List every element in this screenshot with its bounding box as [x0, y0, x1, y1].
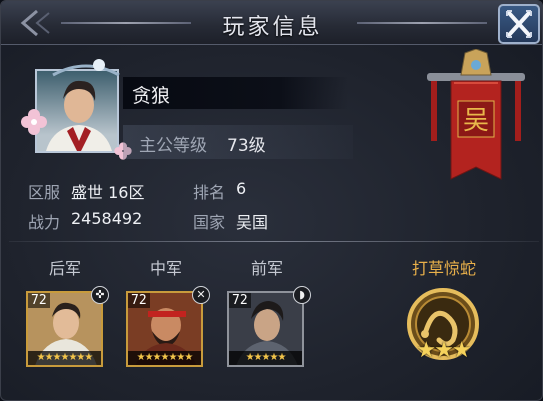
hero-stars-middle: ★★★★★★★ — [128, 351, 201, 365]
section-divider — [9, 241, 539, 242]
player-name-bar: 贪狼 — [123, 77, 348, 109]
close-button[interactable] — [498, 4, 540, 44]
hero-card-rear[interactable]: 72 ★★★★★★★ — [26, 291, 103, 367]
formation-badge-icon-front: ◗ — [293, 286, 311, 304]
player-level-bar: 主公等级 73级 — [123, 125, 353, 159]
skill-stars: ★★★ — [416, 338, 471, 363]
level-label: 主公等级 — [139, 136, 207, 156]
player-name: 贪狼 — [132, 85, 171, 107]
title-bar: 玩家信息 — [1, 1, 542, 45]
skill-title: 打草惊蛇 — [411, 259, 476, 278]
power-label: 战力 — [28, 213, 61, 232]
avatar-ornament-icon — [52, 59, 120, 77]
server-value: 盛世 16区 — [71, 183, 145, 202]
hero-card-front[interactable]: 72 ★★★★★ — [227, 291, 304, 367]
formation-badge-icon-middle: ✕ — [192, 286, 210, 304]
formation-badge-icon-rear: ✜ — [91, 286, 109, 304]
rank-label: 排名 — [193, 183, 226, 202]
nation-label: 国家 — [193, 213, 226, 232]
power-value: 2458492 — [71, 209, 143, 228]
hero-stars-rear: ★★★★★★★ — [28, 351, 101, 365]
hero-card-middle[interactable]: 72 ★★★★★★★ — [126, 291, 203, 367]
army-title-rear: 后军 — [48, 259, 81, 278]
flower-icon — [21, 109, 47, 135]
page-title: 玩家信息 — [222, 15, 323, 40]
server-label: 区服 — [28, 183, 61, 202]
player-info-panel: 玩家信息 贪狼 主公等级 73级 区服 盛世 16区 排名 6 战力 24584… — [0, 0, 543, 401]
skill-medallion[interactable]: ★★★ — [403, 286, 483, 366]
rank-value: 6 — [236, 179, 247, 198]
player-avatar[interactable] — [21, 59, 132, 160]
hero-level-rear: 72 — [28, 293, 50, 308]
banner-glyph: 吴 — [463, 106, 489, 136]
army-title-middle: 中军 — [149, 259, 182, 278]
hero-stars-front: ★★★★★ — [229, 351, 302, 365]
level-value: 73级 — [227, 136, 266, 156]
hero-level-front: 72 — [229, 293, 251, 308]
nation-banner-icon: 吴 — [427, 49, 525, 180]
close-icon — [506, 10, 532, 38]
army-title-front: 前军 — [250, 259, 283, 278]
nation-value: 吴国 — [236, 213, 269, 232]
portrait-figure — [46, 80, 112, 151]
hero-level-middle: 72 — [128, 293, 150, 308]
